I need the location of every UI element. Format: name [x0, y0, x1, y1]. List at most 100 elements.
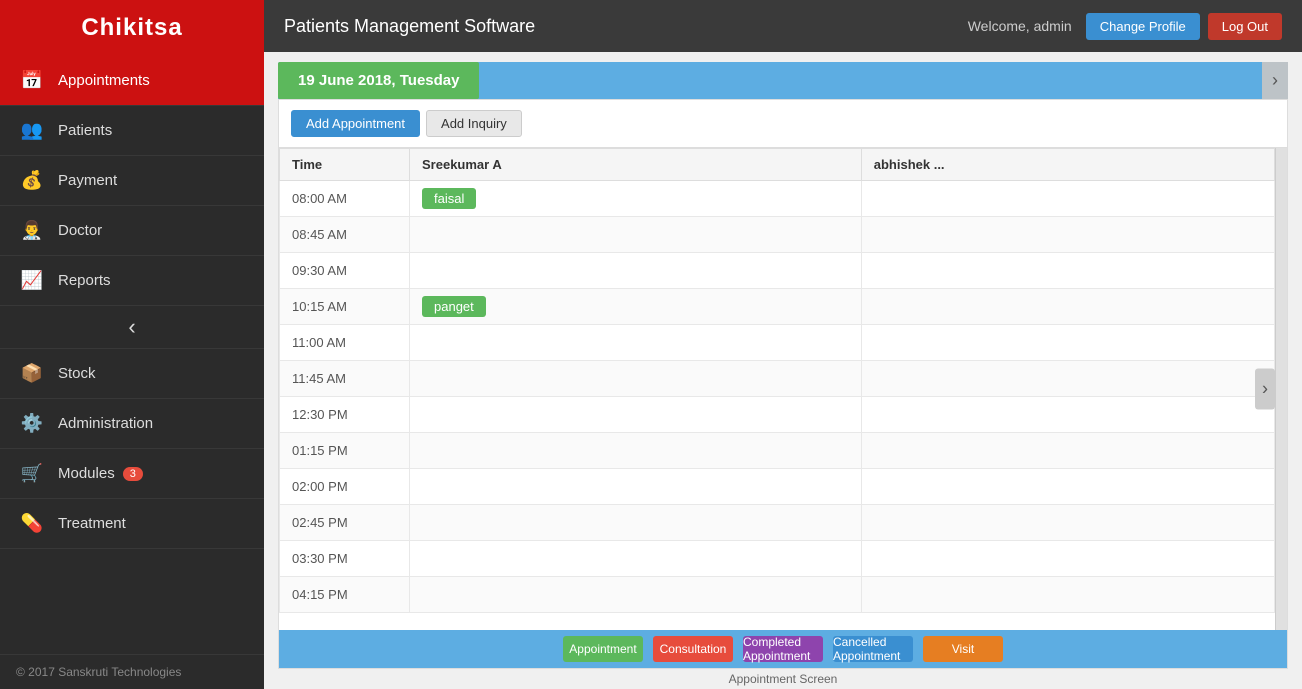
- sidebar-item-appointments[interactable]: 📅 Appointments: [0, 56, 264, 106]
- sreekumar-cell: [410, 361, 862, 397]
- table-row: 02:45 PM: [280, 505, 1275, 541]
- time-cell: 08:45 AM: [280, 217, 410, 253]
- time-cell: 11:00 AM: [280, 325, 410, 361]
- sreekumar-cell: [410, 217, 862, 253]
- sreekumar-cell: [410, 397, 862, 433]
- vertical-scrollbar[interactable]: [1275, 148, 1287, 630]
- scroll-right-button[interactable]: ›: [1255, 369, 1275, 410]
- administration-icon: ⚙️: [18, 413, 46, 434]
- time-cell: 02:00 PM: [280, 469, 410, 505]
- sreekumar-cell[interactable]: panget: [410, 289, 862, 325]
- appointments-icon: 📅: [18, 70, 46, 91]
- abhishek-cell: [861, 469, 1274, 505]
- appointment-badge[interactable]: faisal: [422, 188, 476, 209]
- sidebar-item-treatment[interactable]: 💊 Treatment: [0, 499, 264, 549]
- doctor-icon: 👨‍⚕️: [18, 220, 46, 241]
- sidebar-item-label: Treatment: [58, 515, 126, 532]
- calendar-container: Add Appointment Add Inquiry Time Sreekum…: [278, 99, 1288, 669]
- sreekumar-cell: [410, 541, 862, 577]
- sidebar-item-collapse[interactable]: ‹: [0, 306, 264, 349]
- app-logo: Chikitsa: [0, 0, 264, 56]
- time-cell: 04:15 PM: [280, 577, 410, 613]
- sidebar-item-doctor[interactable]: 👨‍⚕️ Doctor: [0, 206, 264, 256]
- sidebar-item-label: Administration: [58, 415, 153, 432]
- stock-icon: 📦: [18, 363, 46, 384]
- sidebar-item-modules[interactable]: 🛒 Modules 3: [0, 449, 264, 499]
- sidebar-item-label: Appointments: [58, 72, 150, 89]
- abhishek-cell: [861, 505, 1274, 541]
- date-bar-right: [479, 62, 1262, 99]
- col-sreekumar: Sreekumar A: [410, 149, 862, 181]
- add-inquiry-button[interactable]: Add Inquiry: [426, 110, 522, 137]
- table-row: 01:15 PM: [280, 433, 1275, 469]
- abhishek-cell: [861, 325, 1274, 361]
- sidebar-footer: © 2017 Sanskruti Technologies: [0, 654, 264, 689]
- time-cell: 10:15 AM: [280, 289, 410, 325]
- app-title: Patients Management Software: [284, 16, 968, 37]
- change-profile-button[interactable]: Change Profile: [1086, 13, 1200, 40]
- date-bar: 19 June 2018, Tuesday ›: [278, 62, 1288, 99]
- legend-item: Cancelled Appointment: [833, 636, 913, 662]
- payment-icon: 💰: [18, 170, 46, 191]
- next-arrow-button[interactable]: ›: [1262, 62, 1288, 99]
- abhishek-cell: [861, 397, 1274, 433]
- abhishek-cell: [861, 433, 1274, 469]
- table-row: 10:15 AM panget: [280, 289, 1275, 325]
- abhishek-cell: [861, 217, 1274, 253]
- add-appointment-button[interactable]: Add Appointment: [291, 110, 420, 137]
- sidebar-item-label: Stock: [58, 365, 96, 382]
- schedule-wrapper[interactable]: Time Sreekumar A abhishek ... 08:00 AMfa…: [279, 148, 1275, 630]
- sreekumar-cell[interactable]: faisal: [410, 181, 862, 217]
- sidebar-item-label: Modules: [58, 465, 115, 482]
- table-row: 09:30 AM: [280, 253, 1275, 289]
- abhishek-cell: [861, 253, 1274, 289]
- collapse-icon: ‹: [118, 314, 146, 340]
- time-cell: 12:30 PM: [280, 397, 410, 433]
- col-time: Time: [280, 149, 410, 181]
- table-row: 08:45 AM: [280, 217, 1275, 253]
- logout-button[interactable]: Log Out: [1208, 13, 1282, 40]
- sidebar-item-stock[interactable]: 📦 Stock: [0, 349, 264, 399]
- toolbar: Add Appointment Add Inquiry: [279, 100, 1287, 148]
- sidebar-item-patients[interactable]: 👥 Patients: [0, 106, 264, 156]
- content-area: 19 June 2018, Tuesday › Add Appointment …: [264, 52, 1302, 689]
- table-row: 03:30 PM: [280, 541, 1275, 577]
- sidebar-item-label: Doctor: [58, 222, 102, 239]
- time-cell: 01:15 PM: [280, 433, 410, 469]
- legend-item: Visit: [923, 636, 1003, 662]
- modules-badge: 3: [123, 467, 143, 481]
- abhishek-cell: [861, 577, 1274, 613]
- table-row: 11:45 AM: [280, 361, 1275, 397]
- sreekumar-cell: [410, 577, 862, 613]
- abhishek-cell: [861, 361, 1274, 397]
- abhishek-cell: [861, 541, 1274, 577]
- schedule-table: Time Sreekumar A abhishek ... 08:00 AMfa…: [279, 148, 1275, 613]
- time-cell: 09:30 AM: [280, 253, 410, 289]
- main-area: Patients Management Software Welcome, ad…: [264, 0, 1302, 689]
- reports-icon: 📈: [18, 270, 46, 291]
- sidebar-item-payment[interactable]: 💰 Payment: [0, 156, 264, 206]
- sreekumar-cell: [410, 469, 862, 505]
- sidebar-item-label: Reports: [58, 272, 111, 289]
- welcome-text: Welcome, admin: [968, 18, 1072, 34]
- sidebar: Chikitsa 📅 Appointments 👥 Patients 💰 Pay…: [0, 0, 264, 689]
- modules-icon: 🛒: [18, 463, 46, 484]
- sidebar-item-label: Patients: [58, 122, 112, 139]
- legend-bar: AppointmentConsultationCompleted Appoint…: [279, 630, 1287, 668]
- table-row: 08:00 AM faisal: [280, 181, 1275, 217]
- table-row: 02:00 PM: [280, 469, 1275, 505]
- patients-icon: 👥: [18, 120, 46, 141]
- table-row: 12:30 PM: [280, 397, 1275, 433]
- abhishek-cell: [861, 181, 1274, 217]
- sidebar-item-label: Payment: [58, 172, 117, 189]
- sidebar-item-administration[interactable]: ⚙️ Administration: [0, 399, 264, 449]
- legend-item: Consultation: [653, 636, 733, 662]
- time-cell: 03:30 PM: [280, 541, 410, 577]
- time-cell: 08:00 AM: [280, 181, 410, 217]
- sidebar-item-reports[interactable]: 📈 Reports: [0, 256, 264, 306]
- legend-item: Appointment: [563, 636, 643, 662]
- time-cell: 11:45 AM: [280, 361, 410, 397]
- date-badge: 19 June 2018, Tuesday: [278, 62, 479, 99]
- appointment-badge[interactable]: panget: [422, 296, 486, 317]
- table-row: 11:00 AM: [280, 325, 1275, 361]
